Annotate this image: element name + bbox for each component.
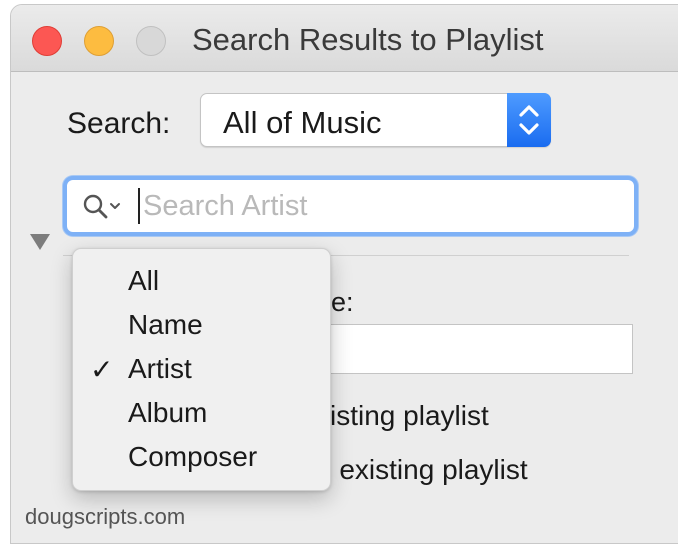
title-bar[interactable]: Search Results to Playlist bbox=[11, 5, 678, 72]
window-title: Search Results to Playlist bbox=[192, 22, 544, 57]
footer-credit: dougscripts.com bbox=[25, 504, 186, 529]
menu-item-all[interactable]: All bbox=[73, 261, 330, 305]
search-scope-label: Search: bbox=[67, 107, 171, 140]
menu-item-label: Composer bbox=[128, 441, 258, 472]
up-down-chevron-icon[interactable] bbox=[507, 93, 551, 147]
menu-item-artist[interactable]: ✓ Artist bbox=[73, 349, 330, 393]
minimize-button[interactable] bbox=[84, 26, 114, 56]
search-scope-popup[interactable]: All of Music bbox=[200, 93, 551, 147]
disclosure-triangle-icon[interactable] bbox=[30, 234, 50, 250]
menu-item-album[interactable]: Album bbox=[73, 393, 330, 437]
menu-item-name[interactable]: Name bbox=[73, 305, 330, 349]
menu-item-label: Artist bbox=[128, 353, 192, 384]
checkmark-icon: ✓ bbox=[90, 354, 114, 385]
menu-item-label: Album bbox=[128, 397, 208, 428]
text-cursor bbox=[138, 188, 140, 224]
playlist-name-field[interactable]: t bbox=[301, 324, 633, 374]
app-window: Search Results to Playlist Search: All o… bbox=[10, 4, 678, 544]
add-to-existing-playlist-option[interactable]: o existing playlist bbox=[316, 454, 528, 486]
search-field-menu: All Name ✓ Artist Album Composer bbox=[72, 248, 331, 491]
menu-item-label: Name bbox=[128, 309, 203, 340]
zoom-button bbox=[136, 26, 166, 56]
menu-item-label: All bbox=[128, 265, 160, 296]
search-input[interactable] bbox=[143, 186, 623, 226]
replace-existing-playlist-option[interactable]: xisting playlist bbox=[316, 400, 489, 432]
search-scope-value: All of Music bbox=[223, 105, 382, 140]
search-field[interactable] bbox=[63, 176, 638, 236]
close-button[interactable] bbox=[32, 26, 62, 56]
menu-item-composer[interactable]: Composer bbox=[73, 437, 330, 481]
magnifier-with-dropdown-icon[interactable] bbox=[83, 194, 123, 220]
